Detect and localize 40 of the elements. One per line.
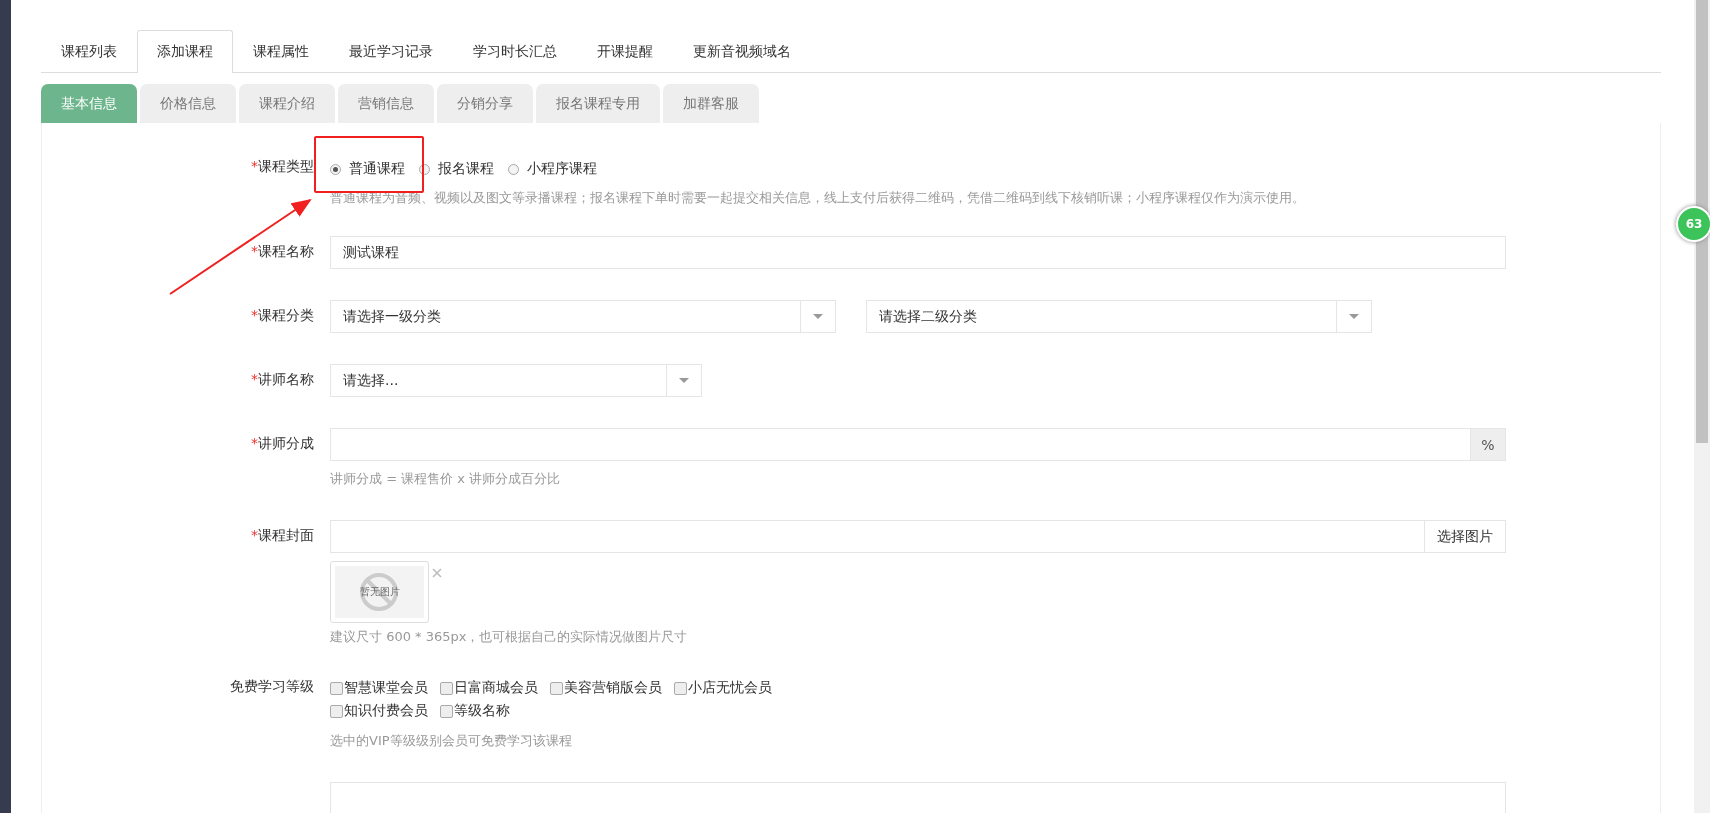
checkbox-option[interactable]: 日富商城会员 [440, 678, 538, 698]
tab[interactable]: 学习时长汇总 [453, 30, 577, 72]
checkbox-option[interactable]: 美容营销版会员 [550, 678, 662, 698]
tab[interactable]: 更新音视频域名 [673, 30, 811, 72]
field-label: *讲师分成 [251, 435, 314, 451]
tab[interactable]: 课程列表 [41, 30, 137, 72]
checkbox-option[interactable]: 小店无忧会员 [674, 678, 772, 698]
radio-option[interactable]: 报名课程 [419, 160, 494, 178]
help-text: 建议尺寸 600 * 365px，也可根据自己的实际情况做图片尺寸 [330, 628, 689, 646]
select-field[interactable]: 请选择一级分类 [330, 300, 836, 333]
tab[interactable]: 开课提醒 [577, 30, 673, 72]
field-label: 免费学习等级 [230, 678, 314, 694]
field-label: *讲师名称 [251, 371, 314, 387]
tab[interactable]: 加群客服 [663, 84, 759, 123]
close-icon[interactable] [432, 568, 442, 578]
tab[interactable]: 分销分享 [437, 84, 533, 123]
field-label: *课程类型 [251, 158, 314, 174]
no-image-text: 暂无图片 [359, 585, 400, 599]
tab[interactable]: 添加课程 [137, 30, 233, 73]
tab[interactable]: 报名课程专用 [536, 84, 660, 123]
field-label: *课程封面 [251, 527, 314, 543]
tab[interactable]: 最近学习记录 [329, 30, 453, 72]
checkbox-option[interactable]: 智慧课堂会员 [330, 678, 428, 698]
tab[interactable]: 课程介绍 [239, 84, 335, 123]
radio-option[interactable]: 小程序课程 [508, 160, 597, 178]
select-field[interactable]: 请选择二级分类 [866, 300, 1372, 333]
text-field[interactable] [330, 782, 1506, 813]
help-text: 讲师分成 = 课程售价 x 讲师分成百分比 [330, 470, 562, 488]
checkbox-option[interactable]: 知识付费会员 [330, 701, 428, 721]
help-text: 选中的VIP等级级别会员可免费学习该课程 [330, 732, 573, 750]
field-label: *课程名称 [251, 243, 314, 259]
radio-option[interactable]: 普通课程 [330, 160, 405, 178]
text-field[interactable]: 测试课程 [330, 236, 1506, 269]
checkbox-option[interactable]: 等级名称 [440, 701, 510, 721]
tab[interactable]: 价格信息 [140, 84, 236, 123]
tab[interactable]: 课程属性 [233, 30, 329, 72]
prohibition-icon [359, 572, 399, 612]
tab[interactable]: 营销信息 [338, 84, 434, 123]
select-field[interactable]: 请选择... [330, 364, 702, 397]
field-label: *课程分类 [251, 307, 314, 323]
